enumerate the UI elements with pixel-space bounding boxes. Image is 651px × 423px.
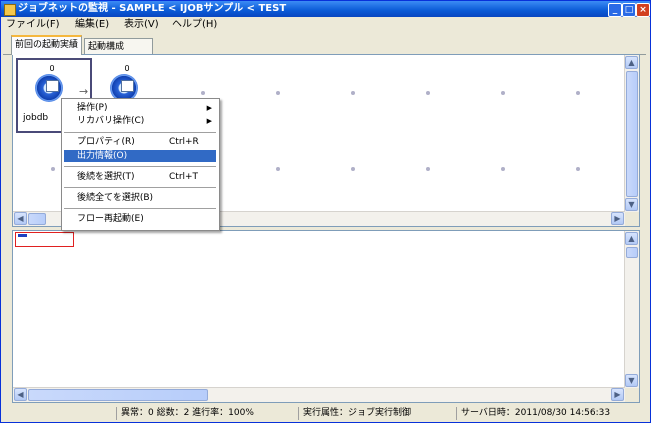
menu-separator xyxy=(64,208,216,209)
scroll-thumb[interactable] xyxy=(626,71,638,197)
scroll-corner xyxy=(625,212,639,226)
menu-view[interactable]: 表示(V) xyxy=(124,18,159,31)
grid-dot xyxy=(276,167,280,171)
app-icon xyxy=(4,4,16,16)
menu-item-label: 後続を選択(T) xyxy=(77,172,135,182)
menu-bar: ファイル(F) 編集(E) 表示(V) ヘルプ(H) xyxy=(1,17,650,32)
app-window: ジョブネットの監視 - SAMPLE < IJOBサンプル < TEST _ □… xyxy=(0,0,651,423)
job-label: jobdb xyxy=(23,113,49,123)
grid-dot xyxy=(501,167,505,171)
menu-item-output-info[interactable]: 出力情報(O) xyxy=(64,150,216,162)
grid-dot xyxy=(351,167,355,171)
menu-separator xyxy=(64,132,216,133)
scroll-up-icon[interactable]: ▲ xyxy=(625,56,638,69)
grid-dot xyxy=(426,91,430,95)
menu-separator xyxy=(64,166,216,167)
horizontal-scrollbar[interactable]: ◀ ▶ xyxy=(13,387,625,402)
grid-dot xyxy=(576,167,580,171)
scroll-right-icon[interactable]: ▶ xyxy=(611,212,624,225)
menu-edit[interactable]: 編集(E) xyxy=(75,18,109,31)
title-bar[interactable]: ジョブネットの監視 - SAMPLE < IJOBサンプル < TEST _ □… xyxy=(1,1,650,17)
scroll-left-icon[interactable]: ◀ xyxy=(14,212,27,225)
grid-dot xyxy=(576,91,580,95)
grid-dot xyxy=(201,91,205,95)
menu-item-operation[interactable]: 操作(P) ▶ xyxy=(64,102,216,114)
vertical-scrollbar[interactable]: ▲ ▼ xyxy=(624,231,639,388)
status-bar: 異常：0 総数：2 進行率：100% 実行属性：ジョブ実行制御 サーバ日時：20… xyxy=(1,405,650,422)
menu-file[interactable]: ファイル(F) xyxy=(6,18,60,31)
scroll-up-icon[interactable]: ▲ xyxy=(625,232,638,245)
job-count: 0 xyxy=(124,64,130,73)
close-button[interactable]: × xyxy=(636,3,650,17)
job-count: 0 xyxy=(49,64,55,73)
tab-last-run-results[interactable]: 前回の起動実績 xyxy=(11,35,83,55)
scroll-thumb[interactable] xyxy=(28,389,208,401)
window-title: ジョブネットの監視 - SAMPLE < IJOBサンプル < TEST xyxy=(18,3,287,14)
scroll-corner xyxy=(625,388,639,402)
document-icon xyxy=(121,80,134,92)
context-menu: 操作(P) ▶ リカバリ操作(C) ▶ プロパティ(R) Ctrl+R 出力情報… xyxy=(61,98,220,231)
selected-row-box[interactable] xyxy=(15,232,74,247)
scroll-down-icon[interactable]: ▼ xyxy=(625,374,638,387)
submenu-arrow-icon: ▶ xyxy=(206,104,212,112)
menu-item-shortcut: Ctrl+R xyxy=(169,137,199,147)
menu-separator xyxy=(64,187,216,188)
status-summary: 異常：0 総数：2 進行率：100% xyxy=(116,407,254,420)
flow-arrow-icon: → xyxy=(79,85,89,98)
tab-start-config[interactable]: 起動構成 xyxy=(84,38,153,55)
menu-item-properties[interactable]: プロパティ(R) Ctrl+R xyxy=(64,136,216,148)
scroll-left-icon[interactable]: ◀ xyxy=(14,388,27,401)
menu-item-select-next[interactable]: 後続を選択(T) Ctrl+T xyxy=(64,171,216,183)
grid-dot xyxy=(426,167,430,171)
menu-item-label: 後続全てを選択(B) xyxy=(77,193,154,203)
output-pane[interactable]: ▲ ▼ ◀ ▶ xyxy=(12,230,640,403)
menu-item-shortcut: Ctrl+T xyxy=(169,172,199,182)
menu-help[interactable]: ヘルプ(H) xyxy=(172,18,217,31)
menu-item-select-all-next[interactable]: 後続全てを選択(B) xyxy=(64,192,216,204)
submenu-arrow-icon: ▶ xyxy=(206,117,212,125)
menu-item-label: フロー再起動(E) xyxy=(77,214,144,224)
status-exec-attribute: 実行属性：ジョブ実行制御 xyxy=(298,407,411,420)
document-icon xyxy=(46,80,59,92)
status-server-time: サーバ日時：2011/08/30 14:56:33 xyxy=(456,407,610,420)
scroll-thumb[interactable] xyxy=(28,213,46,225)
grid-dot xyxy=(351,91,355,95)
menu-item-label: 操作(P) xyxy=(77,103,108,113)
tab-strip: 前回の起動実績 起動構成 xyxy=(1,34,650,55)
scroll-down-icon[interactable]: ▼ xyxy=(625,198,638,211)
menu-item-label: プロパティ(R) xyxy=(77,137,135,147)
maximize-button[interactable]: □ xyxy=(622,3,636,17)
menu-item-flow-restart[interactable]: フロー再起動(E) xyxy=(64,213,216,225)
minimize-button[interactable]: _ xyxy=(608,3,622,17)
row-marker-icon xyxy=(18,234,27,237)
grid-dot xyxy=(51,167,55,171)
grid-dot xyxy=(276,91,280,95)
menu-item-recovery[interactable]: リカバリ操作(C) ▶ xyxy=(64,115,216,127)
scroll-right-icon[interactable]: ▶ xyxy=(611,388,624,401)
menu-item-label: リカバリ操作(C) xyxy=(77,116,145,126)
grid-dot xyxy=(501,91,505,95)
vertical-scrollbar[interactable]: ▲ ▼ xyxy=(624,55,639,212)
scroll-thumb[interactable] xyxy=(626,247,638,258)
menu-item-label: 出力情報(O) xyxy=(77,151,128,161)
